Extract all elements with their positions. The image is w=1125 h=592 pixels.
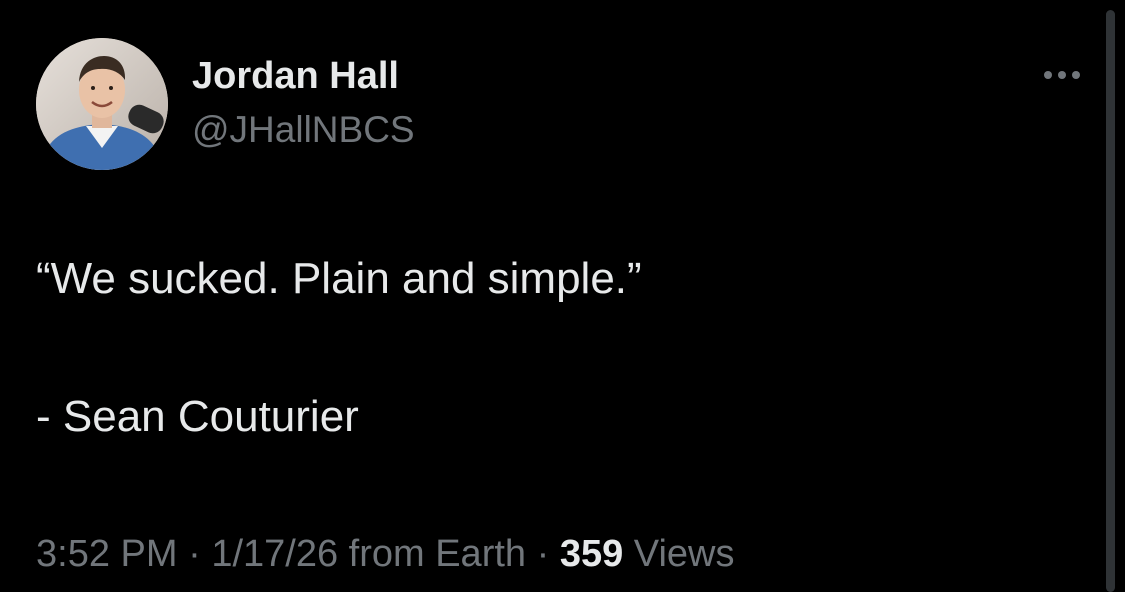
scrollbar[interactable] <box>1106 10 1115 592</box>
avatar-photo-icon <box>36 38 168 170</box>
tweet-date-source[interactable]: 1/17/26 from Earth <box>211 533 526 575</box>
tweet-attribution: - Sean Couturier <box>36 392 359 441</box>
author-display-name[interactable]: Jordan Hall <box>192 53 399 99</box>
more-horizontal-icon-dot <box>1072 71 1080 79</box>
author-avatar[interactable] <box>36 38 168 170</box>
more-options-button[interactable] <box>1036 58 1088 92</box>
tweet-time[interactable]: 3:52 PM <box>36 533 178 575</box>
meta-separator: · <box>177 533 212 575</box>
more-horizontal-icon-dot <box>1058 71 1066 79</box>
tweet-quote: “We sucked. Plain and simple.” <box>36 254 642 303</box>
more-horizontal-icon <box>1044 71 1052 79</box>
views-count: 359 <box>559 533 624 575</box>
tweet-metadata: 3:52 PM · 1/17/26 from Earth · 359 Views <box>36 530 734 578</box>
meta-separator: · <box>526 533 560 575</box>
tweet-card: Jordan Hall @JHallNBCS “We sucked. Plain… <box>0 0 1125 592</box>
views-label[interactable]: Views <box>634 533 735 575</box>
author-handle[interactable]: @JHallNBCS <box>192 108 415 152</box>
